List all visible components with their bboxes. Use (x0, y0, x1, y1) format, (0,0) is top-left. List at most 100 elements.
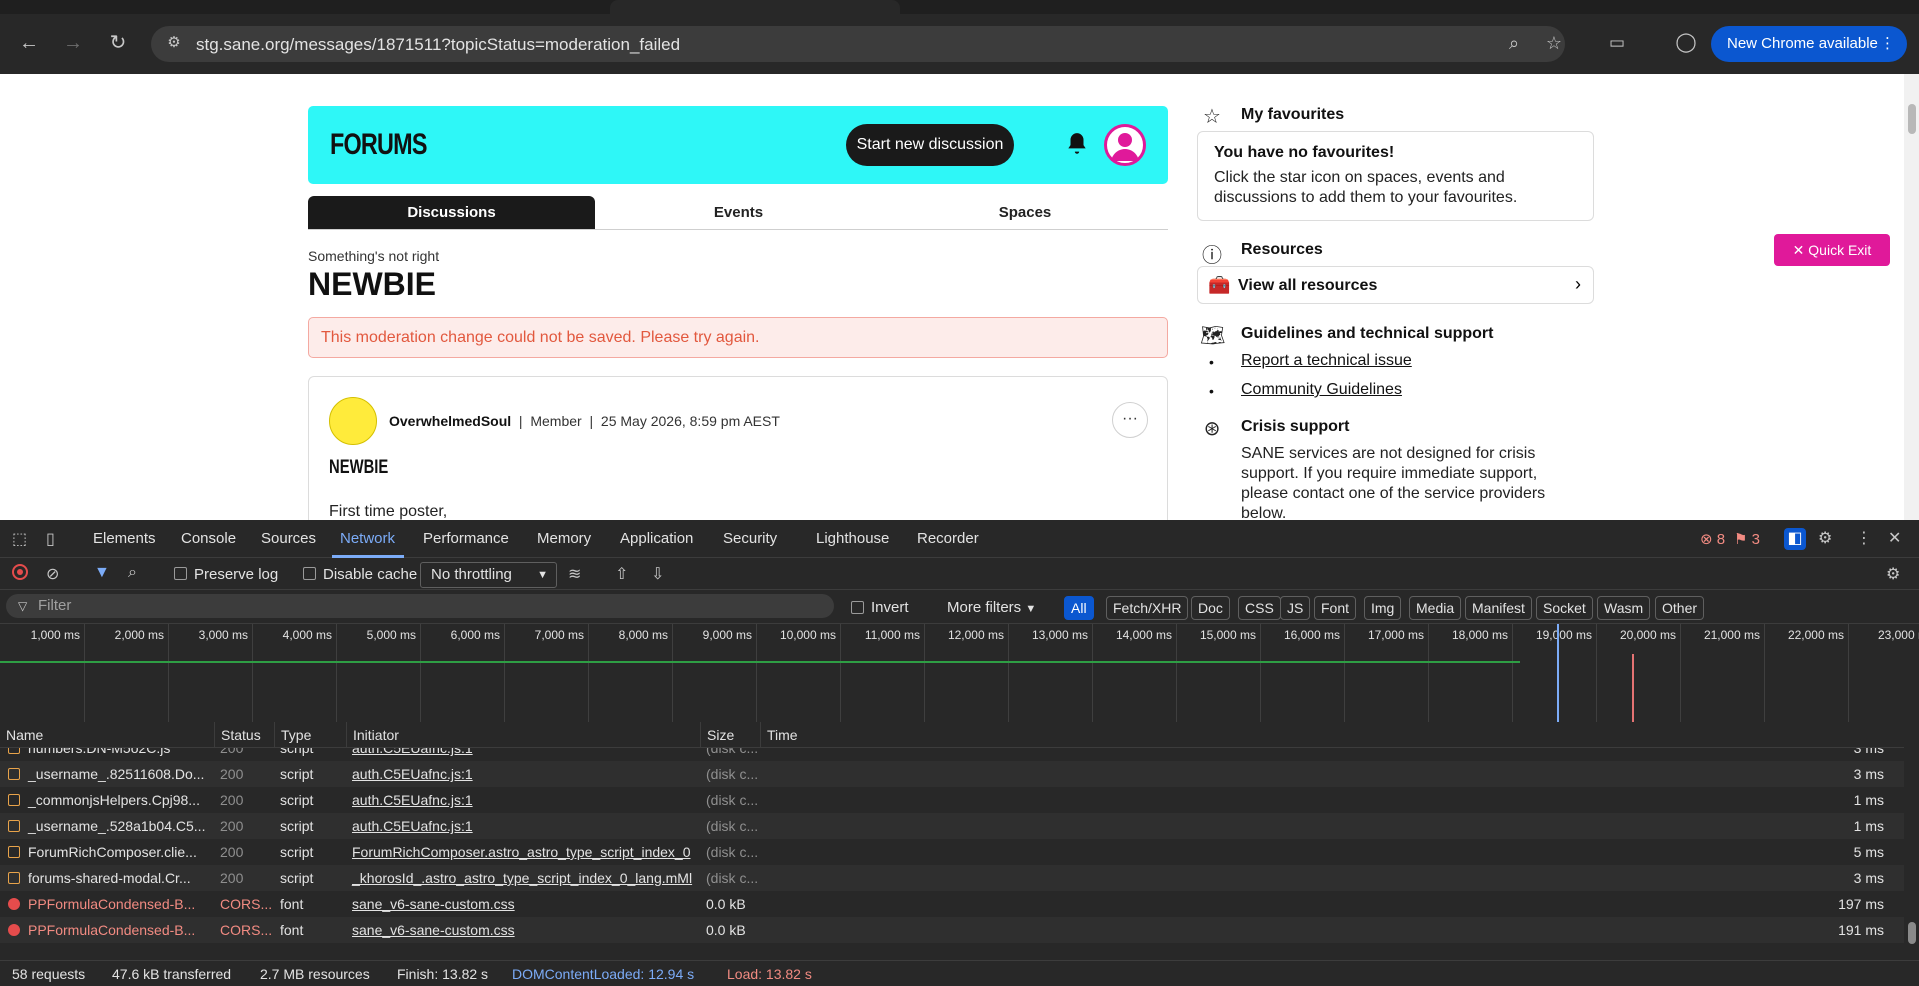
tab-discussions[interactable]: Discussions (308, 196, 595, 229)
request-initiator[interactable]: auth.C5EUafnc.js:1 (346, 748, 700, 761)
browser-tab[interactable] (610, 0, 900, 14)
post-options-button[interactable]: ··· (1112, 402, 1148, 438)
column-initiator[interactable]: Initiator (346, 722, 700, 748)
clear-icon[interactable]: ⊘ (46, 564, 59, 584)
address-bar[interactable]: ⚙ stg.sane.org/messages/1871511?topicSta… (151, 26, 1565, 62)
scrollbar-thumb[interactable] (1908, 104, 1916, 134)
column-name[interactable]: Name (0, 722, 214, 748)
cast-icon[interactable]: ▭ (1602, 28, 1632, 58)
invert-checkbox[interactable] (851, 601, 864, 614)
tab-network[interactable]: Network (340, 530, 395, 547)
tab-application[interactable]: Application (620, 530, 693, 547)
filter-input[interactable]: ▽ Filter (6, 594, 834, 618)
request-initiator[interactable]: auth.C5EUafnc.js:1 (346, 813, 700, 839)
network-request-row[interactable]: numbers.DN-M5o2C.js 200 script auth.C5EUafn… (0, 748, 1904, 761)
inspect-element-icon[interactable]: ⬚ (12, 529, 27, 549)
author-name[interactable]: OverwhelmedSoul (389, 413, 511, 429)
ai-assistance-icon[interactable]: ◧ (1784, 528, 1806, 550)
more-filters-dropdown[interactable]: More filters ▼ (947, 599, 1036, 616)
column-status[interactable]: Status (214, 722, 274, 748)
error-count-icon[interactable]: ⊗ 8 (1700, 530, 1725, 548)
profile-icon[interactable]: ◯ (1671, 28, 1701, 58)
bookmark-star-icon[interactable]: ☆ (1543, 33, 1565, 54)
network-request-row[interactable]: ForumRichComposer.clie... 200 script ForumR… (0, 839, 1904, 865)
tab-recorder[interactable]: Recorder (917, 530, 979, 547)
preserve-log-checkbox[interactable] (174, 567, 187, 580)
forward-icon[interactable]: → (58, 28, 88, 58)
column-time[interactable]: Time (760, 722, 1904, 748)
report-issue-link[interactable]: Report a technical issue (1241, 352, 1412, 370)
more-options-icon[interactable]: ⋮ (1856, 528, 1872, 548)
network-request-row[interactable]: _commonjsHelpers.Cpj98... 200 script auth.C… (0, 787, 1904, 813)
tab-console[interactable]: Console (181, 530, 236, 547)
network-request-row[interactable]: _username_.82511608.Do... 200 script auth.C… (0, 761, 1904, 787)
type-filter-font[interactable]: Font (1314, 596, 1357, 620)
tab-events[interactable]: Events (595, 196, 882, 229)
page-scrollbar[interactable] (1904, 74, 1919, 520)
filter-funnel-icon[interactable]: ▼ (94, 564, 110, 582)
request-name: _commonjsHelpers.Cpj98... (28, 792, 200, 808)
network-request-row[interactable]: PPFormulaCondensed-B... CORS... font sane_v… (0, 891, 1904, 917)
type-filter-fetch-xhr[interactable]: Fetch/XHR (1106, 596, 1189, 620)
url-text[interactable]: stg.sane.org/messages/1871511?topicStatu… (196, 35, 680, 55)
tab-lighthouse[interactable]: Lighthouse (816, 530, 889, 547)
tab-security[interactable]: Security (723, 530, 777, 547)
tab-sources[interactable]: Sources (261, 530, 316, 547)
column-size[interactable]: Size (700, 722, 760, 748)
new-chrome-available-button[interactable]: New Chrome available ⋮ (1711, 26, 1907, 62)
back-icon[interactable]: ← (14, 28, 44, 58)
quick-exit-button[interactable]: ✕ Quick Exit (1774, 234, 1890, 266)
network-request-row[interactable]: _username_.528a1b04.C5... 200 script auth.C… (0, 813, 1904, 839)
record-icon[interactable] (12, 564, 28, 580)
reload-icon[interactable]: ↻ (103, 28, 133, 58)
type-filter-css[interactable]: CSS (1238, 596, 1281, 620)
bell-icon[interactable] (1064, 130, 1090, 158)
timeline-tick-label: 23,000 m (1877, 628, 1919, 642)
request-type: font (280, 896, 304, 912)
tab-elements[interactable]: Elements (93, 530, 156, 547)
request-initiator[interactable]: _khorosId_.astro_astro_type_script_index… (346, 865, 700, 891)
network-request-row[interactable]: PPFormulaCondensed-B... CORS... font sane_v… (0, 917, 1904, 943)
breadcrumb[interactable]: Something's not right (308, 248, 439, 264)
type-filter-other[interactable]: Other (1655, 596, 1705, 620)
type-filter-doc[interactable]: Doc (1191, 596, 1230, 620)
forums-logo[interactable]: FORUMS (330, 128, 428, 162)
tab-memory[interactable]: Memory (537, 530, 591, 547)
site-settings-icon[interactable]: ⚙ (163, 33, 185, 51)
search-icon[interactable]: ⌕ (128, 564, 137, 582)
close-devtools-icon[interactable]: ✕ (1888, 528, 1901, 548)
type-filter-manifest[interactable]: Manifest (1465, 596, 1532, 620)
network-settings-icon[interactable]: ⚙ (1886, 564, 1900, 584)
user-avatar[interactable] (1104, 124, 1146, 166)
type-filter-socket[interactable]: Socket (1536, 596, 1593, 620)
issue-count-icon[interactable]: ⚑ 3 (1734, 530, 1760, 548)
import-har-icon[interactable]: ⇧ (615, 564, 628, 584)
disable-cache-checkbox[interactable] (303, 567, 316, 580)
network-request-row[interactable]: forums-shared-modal.Cr... 200 script _khoro… (0, 865, 1904, 891)
export-har-icon[interactable]: ⇩ (651, 564, 664, 584)
tab-spaces[interactable]: Spaces (882, 196, 1168, 229)
column-type[interactable]: Type (274, 722, 346, 748)
request-initiator[interactable]: auth.C5EUafnc.js:1 (346, 787, 700, 813)
device-toolbar-icon[interactable]: ▯ (46, 529, 55, 549)
type-filter-wasm[interactable]: Wasm (1597, 596, 1651, 620)
network-conditions-icon[interactable]: ≋ (568, 564, 581, 584)
type-filter-media[interactable]: Media (1409, 596, 1462, 620)
request-initiator[interactable]: sane_v6-sane-custom.css (346, 917, 700, 943)
view-all-resources-button[interactable]: 🧰 View all resources › (1197, 266, 1594, 304)
request-initiator[interactable]: sane_v6-sane-custom.css (346, 891, 700, 917)
throttling-select[interactable]: No throttling ▼ (420, 562, 557, 588)
zoom-icon[interactable]: ⌕ (1503, 33, 1525, 54)
settings-gear-icon[interactable]: ⚙ (1818, 528, 1832, 548)
type-filter-js[interactable]: JS (1280, 596, 1311, 620)
tab-performance[interactable]: Performance (423, 530, 509, 547)
author-avatar[interactable] (329, 397, 377, 445)
request-initiator[interactable]: auth.C5EUafnc.js:1 (346, 761, 700, 787)
request-initiator[interactable]: ForumRichComposer.astro_astro_type_scrip… (346, 839, 700, 865)
scrollbar-thumb[interactable] (1908, 922, 1916, 944)
type-filter-img[interactable]: Img (1364, 596, 1402, 620)
community-guidelines-link[interactable]: Community Guidelines (1241, 381, 1402, 399)
start-discussion-button[interactable]: Start new discussion (846, 124, 1014, 166)
network-list-scrollbar[interactable] (1904, 722, 1919, 960)
type-filter-all[interactable]: All (1064, 596, 1094, 620)
